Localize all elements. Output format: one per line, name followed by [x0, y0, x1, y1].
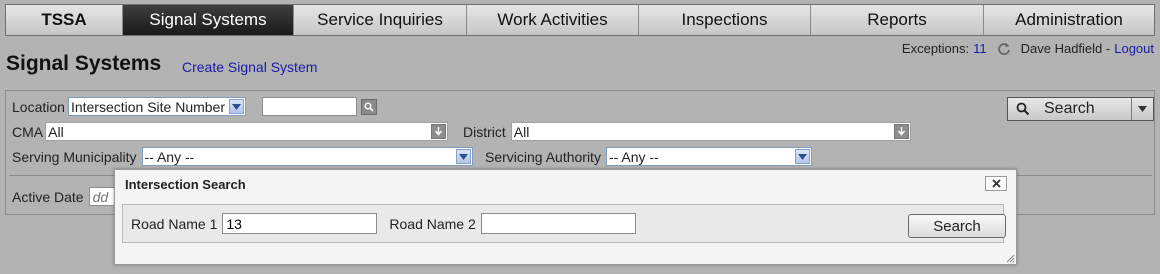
- chevron-down-icon: [794, 149, 810, 164]
- servicing-authority-label: Servicing Authority: [485, 148, 601, 165]
- nav-item-tssa[interactable]: TSSA: [6, 5, 123, 35]
- serving-municipality-label: Serving Municipality: [12, 148, 137, 165]
- resize-grip-icon[interactable]: [1005, 253, 1015, 263]
- serving-municipality-value: -- Any --: [144, 148, 195, 165]
- create-signal-system-link[interactable]: Create Signal System: [182, 59, 317, 75]
- close-icon: [991, 179, 1001, 188]
- search-icon[interactable]: [360, 98, 377, 115]
- main-search-button[interactable]: Search: [1007, 97, 1154, 121]
- dialog-search-button[interactable]: Search: [908, 214, 1006, 238]
- road-name-2-input[interactable]: [480, 213, 636, 234]
- nav-item-reports[interactable]: Reports: [811, 5, 984, 35]
- nav-item-administration[interactable]: Administration: [984, 5, 1154, 35]
- active-date-label: Active Date: [12, 188, 84, 205]
- chevron-down-icon: [893, 124, 909, 139]
- district-select-value: All: [513, 123, 530, 140]
- exceptions-label: Exceptions:: [901, 41, 970, 56]
- dialog-body: Road Name 1 Road Name 2 Search: [122, 204, 1006, 243]
- refresh-icon[interactable]: [997, 42, 1011, 56]
- dialog-title: Intersection Search: [125, 177, 246, 192]
- serving-municipality-select[interactable]: -- Any --: [141, 147, 473, 166]
- location-select[interactable]: Intersection Site Number: [67, 97, 246, 116]
- chevron-down-icon: [455, 149, 471, 164]
- logout-link[interactable]: Logout: [1114, 41, 1154, 56]
- cma-select[interactable]: All: [45, 122, 449, 141]
- road-name-1-label: Road Name 1: [131, 215, 218, 232]
- chevron-down-icon: [1138, 106, 1147, 112]
- search-icon: [1016, 102, 1030, 116]
- servicing-authority-select[interactable]: -- Any --: [605, 147, 812, 166]
- district-label: District: [463, 123, 506, 140]
- chevron-down-icon: [228, 99, 244, 114]
- search-options-dropdown[interactable]: [1131, 98, 1153, 120]
- location-select-value: Intersection Site Number: [70, 98, 226, 115]
- location-label: Location: [12, 98, 65, 115]
- user-name: Dave Hadfield -: [1020, 41, 1111, 56]
- user-bar: Exceptions: 11 Dave Hadfield - Logout: [902, 41, 1154, 56]
- cma-label: CMA: [12, 123, 44, 140]
- main-search-label: Search: [1044, 100, 1095, 117]
- road-name-2-label: Road Name 2: [389, 215, 476, 232]
- servicing-authority-value: -- Any --: [608, 148, 659, 165]
- page-title: Signal Systems: [6, 52, 162, 75]
- intersection-search-dialog: Intersection Search Road Name 1 Road Nam…: [114, 169, 1017, 265]
- main-nav: TSSA Signal Systems Service Inquiries Wo…: [5, 4, 1155, 36]
- district-select[interactable]: All: [510, 122, 911, 141]
- close-button[interactable]: [985, 176, 1007, 191]
- nav-item-service-inquiries[interactable]: Service Inquiries: [294, 5, 467, 35]
- road-name-1-input[interactable]: [222, 213, 378, 234]
- exceptions-count-link[interactable]: 11: [973, 41, 987, 56]
- nav-item-signal-systems[interactable]: Signal Systems: [123, 5, 294, 35]
- cma-select-value: All: [48, 123, 64, 140]
- nav-item-work-activities[interactable]: Work Activities: [467, 5, 639, 35]
- chevron-down-icon: [431, 124, 447, 139]
- location-search-input[interactable]: [261, 97, 357, 116]
- nav-item-inspections[interactable]: Inspections: [639, 5, 811, 35]
